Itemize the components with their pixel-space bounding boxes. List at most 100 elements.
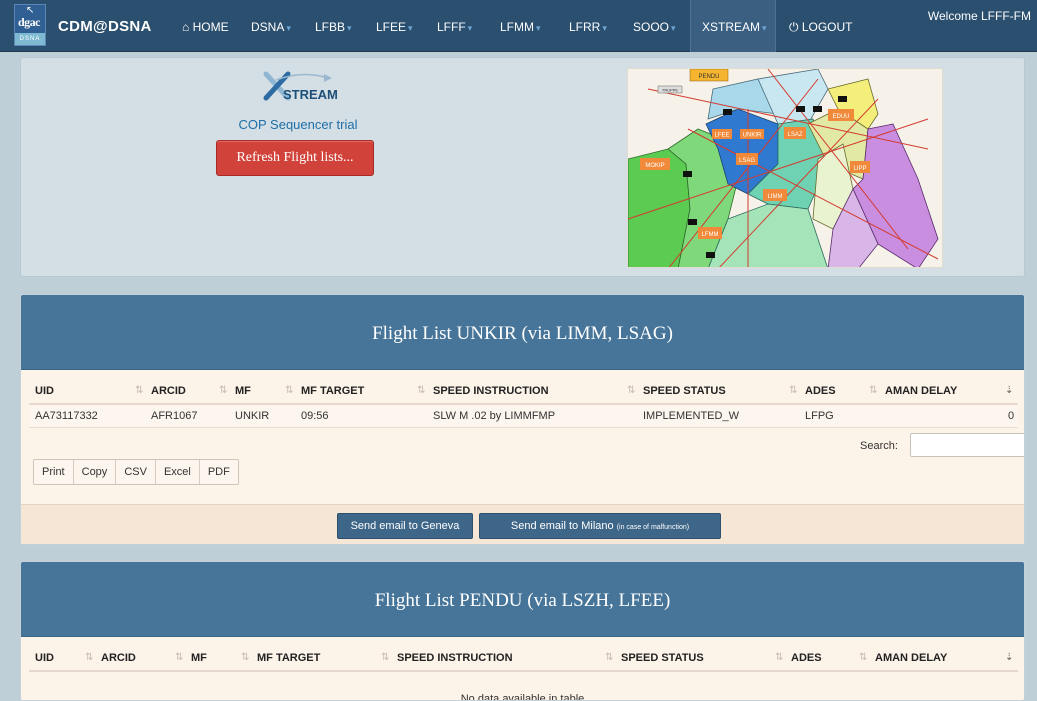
nav-home[interactable]: ⌂ HOME (182, 0, 229, 52)
map-label: LSAZ (787, 132, 802, 138)
sort-icon[interactable]: ⇅ (417, 385, 426, 396)
column-header[interactable]: AMAN DELAY (885, 385, 957, 397)
airspace-map: PENDU TRUPPE LFEE EDUU UNKIR LSAZ LSAG M… (627, 68, 943, 268)
flight-list-title: Flight List PENDU (via LSZH, LFEE) (374, 590, 671, 611)
map-label: LIPP (853, 166, 866, 172)
sort-desc-icon[interactable]: ⇣ (1005, 385, 1014, 396)
panel-body: UID ⇅ ARCID ⇅ MF ⇅ MF TARGET ⇅ SPEED INS… (21, 637, 1024, 700)
search-label: Search: (860, 440, 898, 452)
nav-xstream[interactable]: XSTREAM ▾ (690, 0, 776, 52)
xstream-logo-text: STREAM (283, 87, 338, 102)
column-header[interactable]: SPEED STATUS (621, 652, 704, 664)
nav-sooo[interactable]: SOOO ▾ (633, 0, 676, 52)
home-icon: ⌂ (182, 20, 190, 34)
power-icon: ⏻ (789, 20, 799, 34)
column-header[interactable]: UID (35, 385, 54, 397)
column-header[interactable]: MF (235, 385, 251, 397)
excel-button[interactable]: Excel (156, 460, 200, 484)
sort-icon[interactable]: ⇅ (627, 385, 636, 396)
cell-mf-target: 09:56 (301, 410, 329, 422)
column-header[interactable]: AMAN DELAY (875, 652, 947, 664)
nav-lfrr[interactable]: LFRR ▾ (569, 0, 607, 52)
map-label: TRUPPE (662, 88, 679, 93)
column-header[interactable]: ARCID (151, 385, 186, 397)
column-header[interactable]: MF (191, 652, 207, 664)
refresh-flight-lists-button[interactable]: Refresh Flight lists... (216, 140, 374, 176)
chevron-down-icon: ▾ (467, 23, 473, 33)
sort-icon[interactable]: ⇅ (85, 652, 94, 663)
xstream-panel: STREAM COP Sequencer trial Refresh Fligh… (20, 57, 1025, 277)
cell-speed-status: IMPLEMENTED_W (643, 410, 739, 422)
map-label: LSAG (739, 158, 755, 164)
sort-icon[interactable]: ⇅ (775, 652, 784, 663)
top-navbar: ↖ dgac DSNA CDM@DSNA ⌂ HOME DSNA ▾ LFBB ▾ … (0, 0, 1037, 52)
nav-lfff-label: LFFF (437, 20, 466, 34)
sort-icon[interactable]: ⇅ (175, 652, 184, 663)
column-header[interactable]: ADES (791, 652, 822, 664)
pdf-button[interactable]: PDF (200, 460, 238, 484)
sort-icon[interactable]: ⇅ (285, 385, 294, 396)
map-label: PENDU (698, 74, 719, 80)
chevron-down-icon: ▾ (408, 23, 413, 33)
chevron-down-icon: ▾ (347, 23, 352, 33)
map-label: MOKIP (645, 163, 664, 169)
sort-icon[interactable]: ⇅ (869, 385, 878, 396)
chevron-down-icon: ▾ (286, 23, 291, 33)
export-button-group: Print Copy CSV Excel PDF (33, 459, 239, 485)
empty-table-message: No data available in table (460, 693, 585, 701)
chevron-down-icon: ▾ (536, 23, 541, 33)
malfunction-note: (in case of malfunction) (616, 524, 690, 531)
cell-speed-instruction: SLW M .02 by LIMMFMP (433, 410, 556, 422)
sort-icon[interactable]: ⇅ (241, 652, 250, 663)
sort-icon[interactable]: ⇅ (219, 385, 228, 396)
nav-lfff[interactable]: LFFF ▾ (437, 0, 472, 52)
print-button[interactable]: Print (34, 460, 74, 484)
table-header: UID ⇅ ARCID ⇅ MF ⇅ MF TARGET ⇅ SPEED INS… (29, 378, 1018, 405)
nav-lfbb[interactable]: LFBB ▾ (315, 0, 352, 52)
column-header[interactable]: MF TARGET (257, 652, 320, 664)
sort-icon[interactable]: ⇅ (381, 652, 390, 663)
logo-text: dgac (18, 15, 41, 29)
send-email-geneva-button[interactable]: Send email to Geneva (337, 513, 473, 539)
sort-icon[interactable]: ⇅ (789, 385, 798, 396)
cell-uid: AA73117332 (35, 410, 98, 422)
cell-mf: UNKIR (235, 410, 270, 422)
search-input[interactable] (910, 433, 1024, 457)
cell-arcid: AFR1067 (151, 410, 198, 422)
sort-icon[interactable]: ⇅ (605, 652, 614, 663)
column-header[interactable]: SPEED INSTRUCTION (397, 652, 513, 664)
flight-list-pendu-panel: Flight List PENDU (via LSZH, LFEE) UID ⇅… (20, 561, 1025, 701)
map-label: LFMM (702, 232, 719, 238)
chevron-down-icon: ▾ (602, 23, 607, 33)
sort-icon[interactable]: ⇅ (859, 652, 868, 663)
copy-button[interactable]: Copy (74, 460, 117, 484)
nav-lfmm[interactable]: LFMM ▾ (500, 0, 541, 52)
column-header[interactable]: MF TARGET (301, 385, 364, 397)
column-header[interactable]: SPEED INSTRUCTION (433, 385, 549, 397)
nav-dsna[interactable]: DSNA ▾ (251, 0, 291, 52)
nav-xstream-label: XSTREAM (702, 20, 761, 34)
flight-list-unkir-panel: Flight List UNKIR (via LIMM, LSAG) UID ⇅… (20, 294, 1025, 545)
send-email-milano-button[interactable]: Send email to Milano (in case of malfunc… (479, 513, 721, 539)
table-row[interactable]: AA73117332 AFR1067 UNKIR 09:56 SLW M .02… (29, 405, 1018, 428)
xstream-logo: STREAM (258, 68, 338, 108)
nav-lfee[interactable]: LFEE ▾ (376, 0, 413, 52)
column-header[interactable]: ARCID (101, 652, 136, 664)
nav-home-label: HOME (192, 20, 229, 34)
column-header[interactable]: UID (35, 652, 54, 664)
email-action-bar: Send email to Geneva Send email to Milan… (21, 504, 1024, 544)
column-header[interactable]: ADES (805, 385, 836, 397)
chevron-down-icon: ▾ (762, 23, 767, 33)
column-header[interactable]: SPEED STATUS (643, 385, 726, 397)
nav-sooo-label: SOOO (633, 20, 670, 34)
dgac-logo[interactable]: ↖ dgac DSNA (14, 4, 46, 46)
csv-button[interactable]: CSV (116, 460, 156, 484)
flight-table: UID ⇅ ARCID ⇅ MF ⇅ MF TARGET ⇅ SPEED INS… (29, 645, 1018, 672)
nav-lfmm-label: LFMM (500, 20, 534, 34)
send-email-milano-label: Send email to Milano (510, 520, 614, 532)
sort-desc-icon[interactable]: ⇣ (1005, 652, 1014, 663)
brand-title[interactable]: CDM@DSNA (58, 18, 152, 35)
sort-icon[interactable]: ⇅ (135, 385, 144, 396)
nav-logout[interactable]: ⏻ LOGOUT (789, 0, 853, 52)
map-label: LFEE (714, 133, 729, 139)
